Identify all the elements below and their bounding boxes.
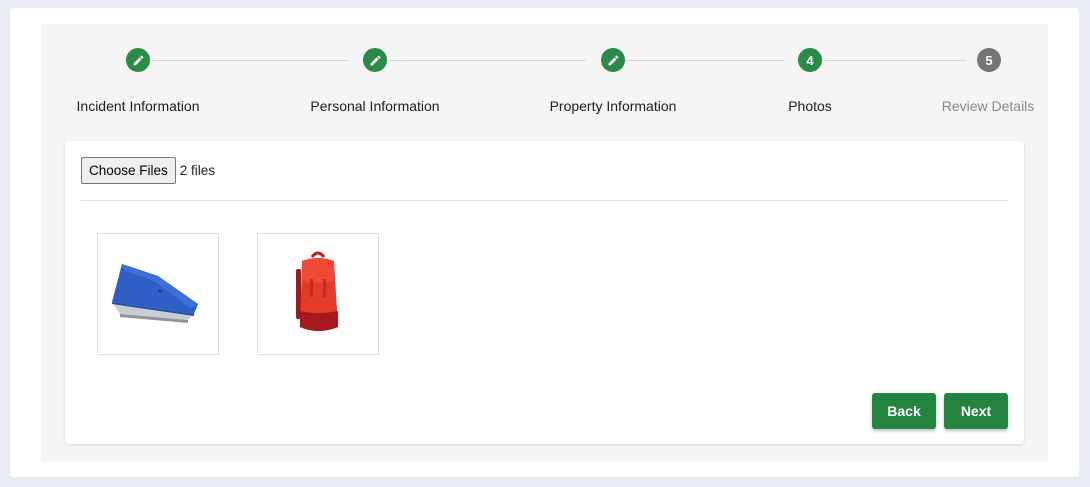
step-2-label[interactable]: Personal Information: [310, 98, 439, 114]
wizard-panel: Incident Information Personal Informatio…: [41, 24, 1048, 461]
step-3-label[interactable]: Property Information: [550, 98, 677, 114]
pencil-icon: [370, 55, 380, 65]
stepper: Incident Information Personal Informatio…: [41, 24, 1048, 124]
pencil-icon: [608, 55, 618, 65]
step-4-indicator[interactable]: 4: [798, 48, 822, 72]
step-4-label[interactable]: Photos: [788, 98, 832, 114]
file-upload: Choose Files 2 files: [81, 157, 215, 184]
divider: [81, 200, 1008, 201]
next-button[interactable]: Next: [944, 393, 1008, 429]
step-5-indicator: 5: [977, 48, 1001, 72]
file-count: 2 files: [179, 163, 216, 178]
step-1-label[interactable]: Incident Information: [77, 98, 200, 114]
choose-files-button[interactable]: Choose Files: [81, 157, 176, 184]
page-container: Incident Information Personal Informatio…: [10, 8, 1079, 477]
step-1-indicator[interactable]: [126, 48, 150, 72]
backpack-image: [296, 251, 338, 331]
step-connector: [386, 60, 586, 61]
step-connector: [624, 60, 784, 61]
step-5-label: Review Details: [941, 98, 1035, 114]
step-3-indicator[interactable]: [601, 48, 625, 72]
photo-thumbnail-backpack[interactable]: [257, 233, 379, 355]
photo-thumbnail-laptop[interactable]: [97, 233, 219, 355]
step-connector: [148, 60, 348, 61]
step-2-indicator[interactable]: [363, 48, 387, 72]
laptop-image: [112, 264, 198, 323]
step-connector: [822, 60, 966, 61]
photos-card: Choose Files 2 files Back Next: [65, 141, 1024, 444]
pencil-icon: [133, 55, 143, 65]
back-button[interactable]: Back: [872, 393, 936, 429]
